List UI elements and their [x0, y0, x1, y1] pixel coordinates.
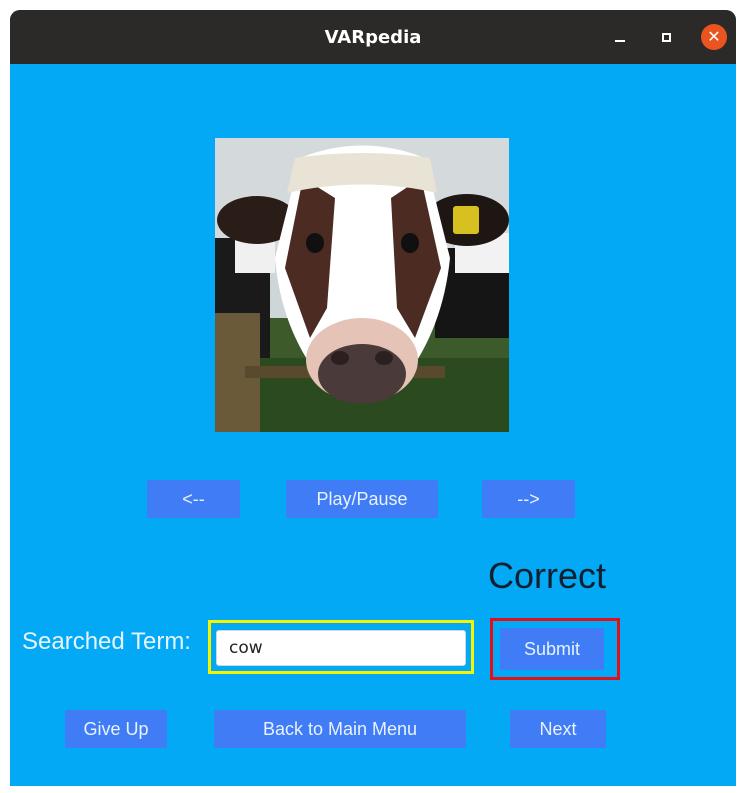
submit-button[interactable]: Submit [500, 628, 604, 670]
play-pause-button[interactable]: Play/Pause [286, 480, 438, 518]
close-icon: ✕ [707, 27, 721, 46]
searched-term-input[interactable] [216, 630, 466, 666]
minimize-button[interactable] [607, 24, 633, 50]
previous-image-button[interactable]: <-- [147, 480, 240, 518]
result-text: Correct [488, 555, 607, 596]
app-window: VARpedia ✕ <-- Play/Pause --> Correct Se… [10, 10, 736, 786]
maximize-icon [661, 33, 671, 42]
title-bar[interactable]: VARpedia ✕ [10, 10, 736, 64]
back-to-main-menu-button[interactable]: Back to Main Menu [214, 710, 466, 748]
cow-image [215, 138, 509, 432]
minimize-icon [615, 39, 625, 42]
next-button[interactable]: Next [510, 710, 606, 748]
give-up-button[interactable]: Give Up [65, 710, 167, 748]
maximize-button[interactable] [653, 24, 679, 50]
close-button[interactable]: ✕ [701, 24, 727, 50]
searched-term-label: Searched Term: [22, 628, 191, 655]
next-image-button[interactable]: --> [482, 480, 575, 518]
